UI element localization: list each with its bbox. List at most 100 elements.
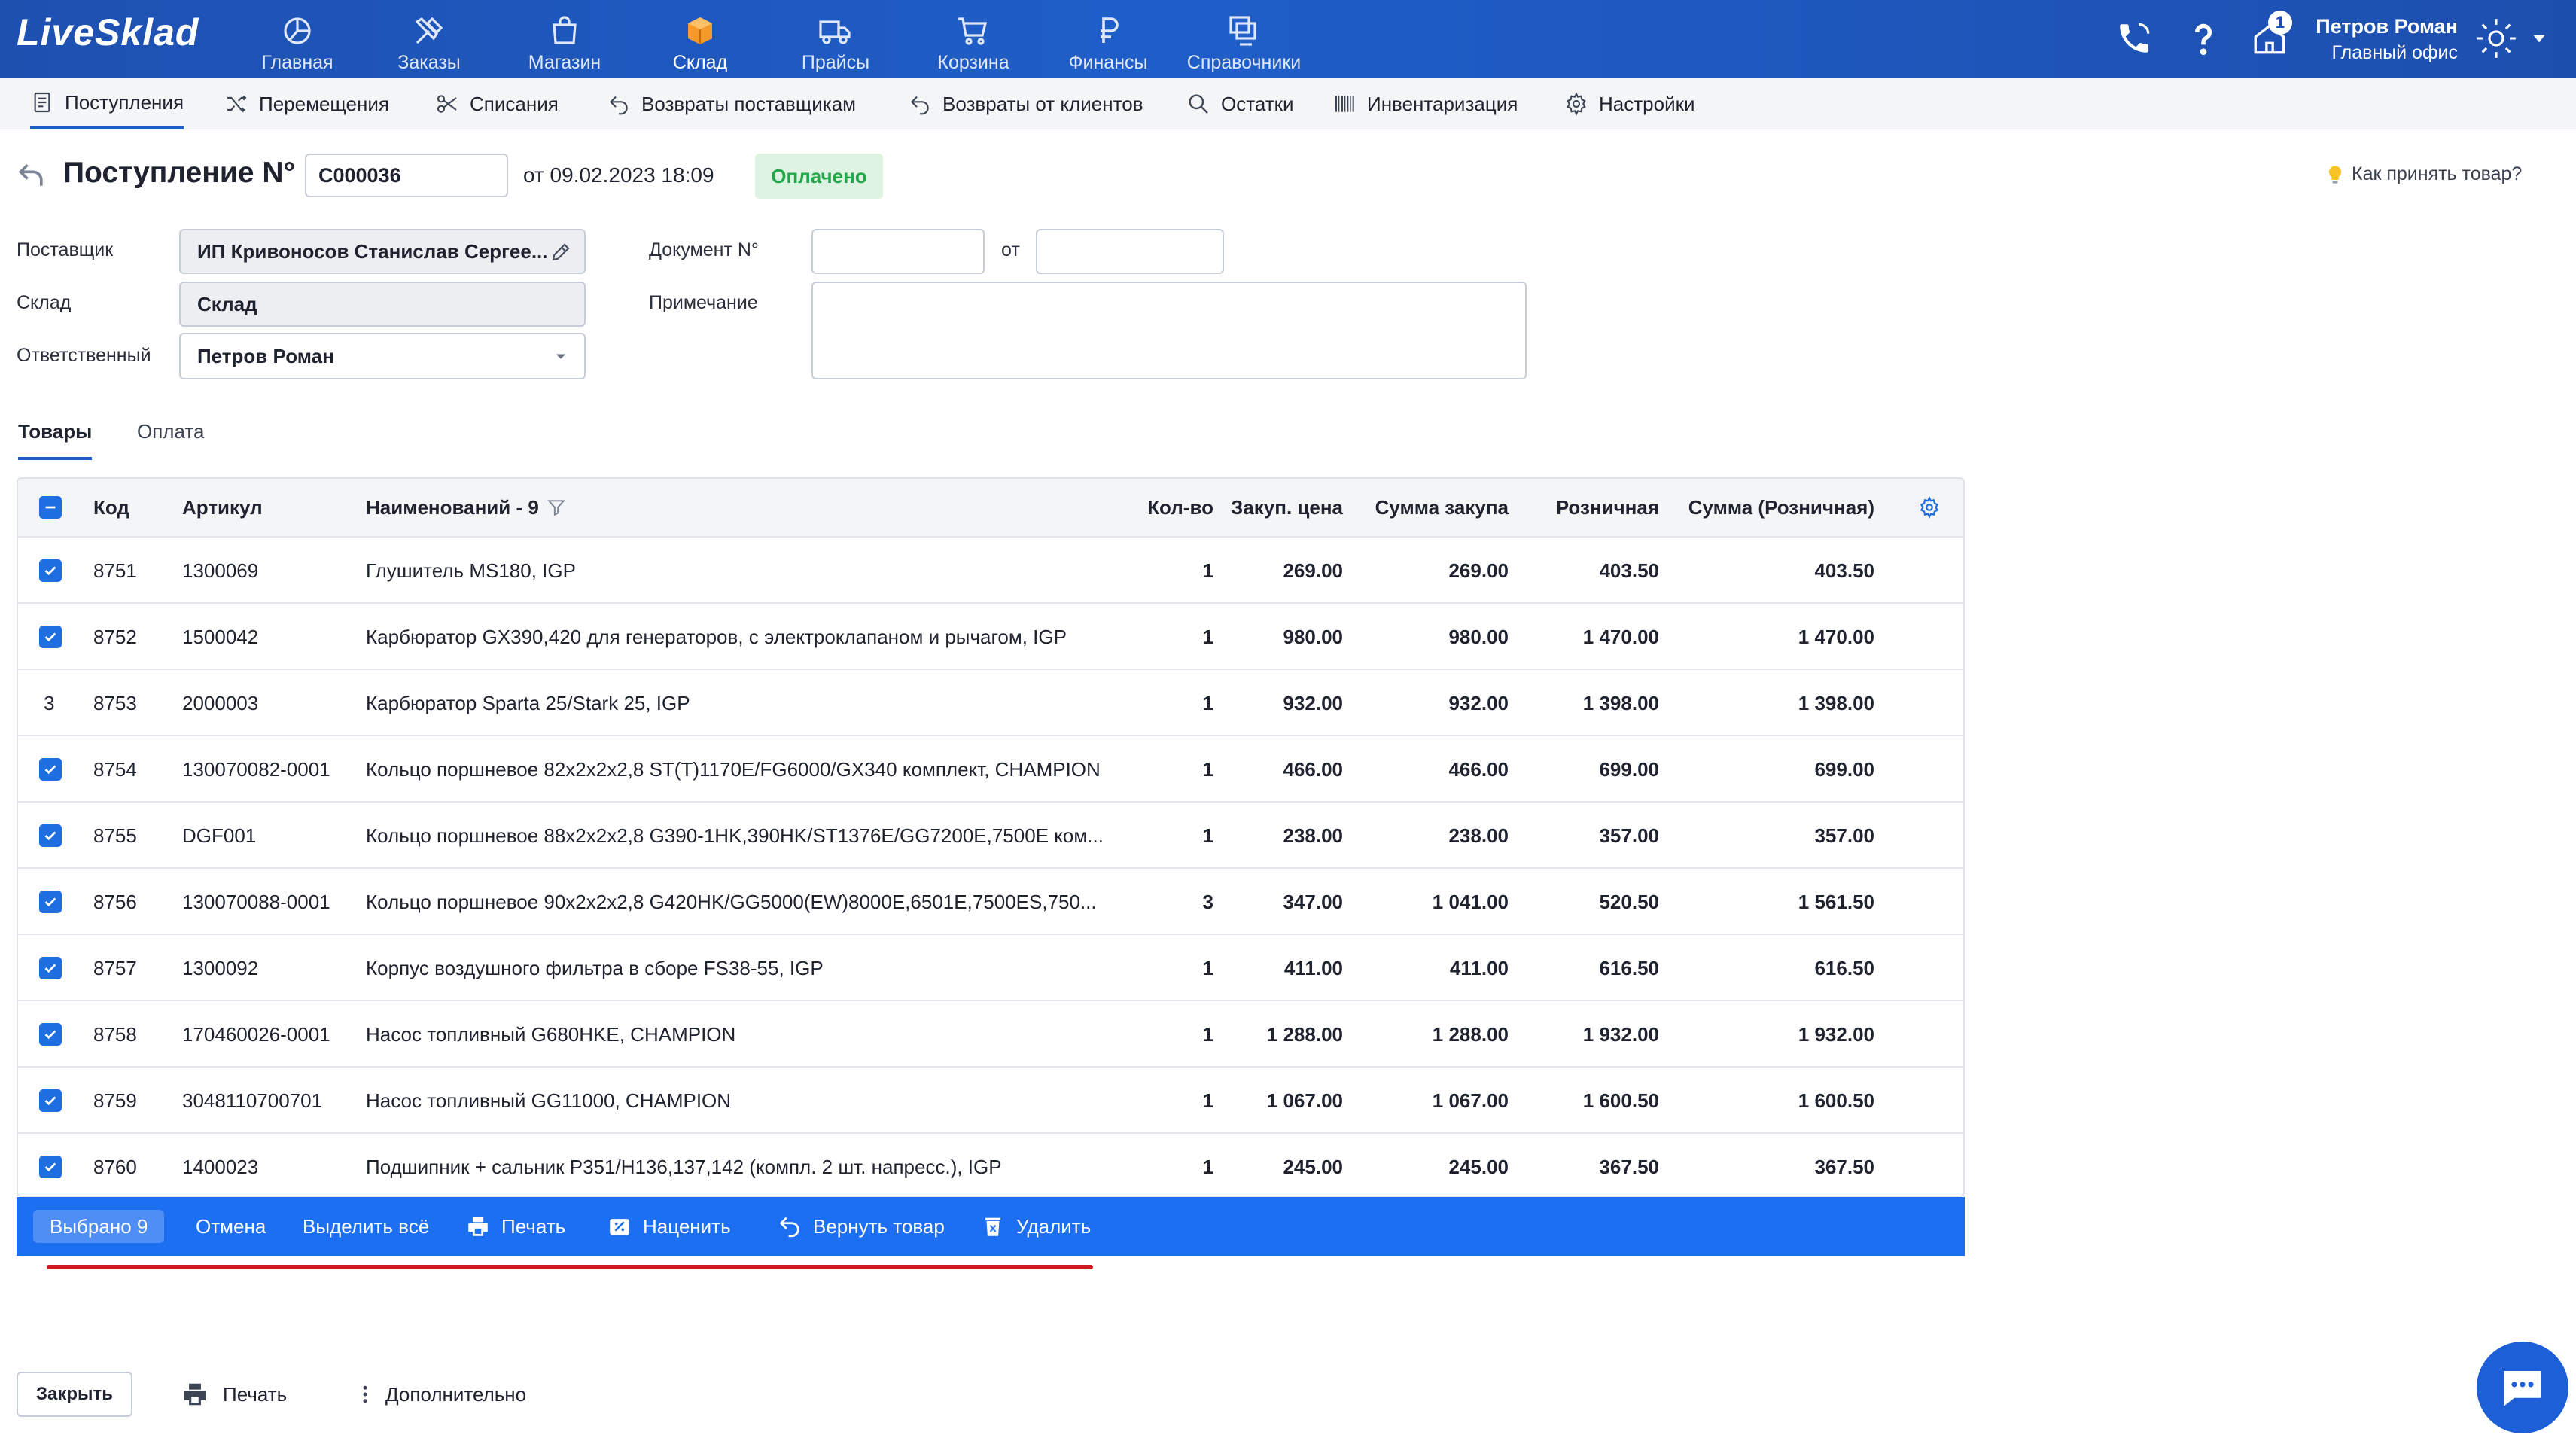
filter-icon[interactable] (547, 498, 566, 517)
pencil-icon[interactable] (550, 241, 572, 264)
responsible-label: Ответственный (17, 345, 151, 366)
responsible-select[interactable]: Петров Роман (179, 333, 586, 379)
more-actions-button[interactable]: Дополнительно (354, 1372, 526, 1417)
print-selected-button[interactable]: Печать (465, 1197, 565, 1256)
subnav-receipts[interactable]: Поступления (30, 78, 184, 129)
subnav-writeoffs[interactable]: Списания (435, 78, 559, 129)
col-code[interactable]: Код (93, 479, 129, 536)
nav-cart[interactable]: Корзина (928, 6, 1019, 74)
col-retail[interactable]: Розничная (1524, 479, 1659, 536)
gear-icon (1920, 496, 1939, 519)
cell-article: DGF001 (182, 824, 257, 847)
cancel-selection-button[interactable]: Отмена (196, 1197, 266, 1256)
selected-count-badge[interactable]: Выбрано 9 (33, 1210, 165, 1243)
help-link[interactable]: Как принять товар? (2325, 163, 2522, 185)
row-checkbox[interactable] (39, 935, 69, 1001)
cell-price: 980.00 (1283, 625, 1343, 648)
print-button[interactable]: Печать (181, 1372, 287, 1417)
cell-sum: 245.00 (1448, 1155, 1509, 1178)
table-row[interactable]: 3 8753 2000003 Карбюратор Sparta 25/Stark 2… (18, 669, 1963, 735)
status-badge: Оплачено (755, 154, 883, 199)
user-office[interactable]: Главный офис (2315, 42, 2458, 64)
document-number-input[interactable] (305, 154, 508, 197)
row-checkbox[interactable] (39, 736, 69, 803)
table-row[interactable]: 8760 1400023 Подшипник + сальник P351/H136… (18, 1132, 1963, 1196)
cell-article: 2000003 (182, 691, 259, 714)
col-name[interactable]: Наименований - 9 (366, 479, 566, 536)
table-row[interactable]: 8756 130070088-0001 Кольцо поршневое 90x2x… (18, 867, 1963, 934)
cell-article: 130070082-0001 (182, 757, 330, 781)
phone-icon[interactable] (2115, 20, 2153, 57)
windows-icon (1229, 16, 1256, 46)
nav-finance[interactable]: Финансы (1063, 6, 1153, 74)
cell-code: 8754 (93, 757, 137, 781)
app-logo[interactable]: LiveSklad (17, 11, 199, 54)
checkmark-icon (44, 831, 56, 841)
table-row[interactable]: 8755 DGF001 Кольцо поршневое 88x2x2x2,8 G3… (18, 801, 1963, 867)
cell-article: 1500042 (182, 625, 259, 648)
nav-references[interactable]: Справочники (1182, 6, 1306, 74)
select-all-checkbox[interactable] (39, 479, 62, 536)
subnav-inventory[interactable]: Инвентаризация (1332, 78, 1518, 129)
row-checkbox[interactable] (39, 1001, 69, 1068)
table-settings-button[interactable] (1918, 479, 1941, 536)
return-icon (609, 96, 628, 115)
table-row[interactable]: 8751 1300069 Глушитель MS180, IGP 1 269.00 26… (18, 536, 1963, 602)
nav-warehouse[interactable]: Склад (662, 6, 738, 74)
document-number-field[interactable] (811, 229, 985, 274)
table-row[interactable]: 8757 1300092 Корпус воздушного фильтра в с… (18, 934, 1963, 1000)
table-row[interactable]: 8758 170460026-0001 Насос топливный G680HK… (18, 1000, 1963, 1066)
user-name[interactable]: Петров Роман (2315, 15, 2458, 38)
cell-article: 1300069 (182, 559, 259, 582)
return-goods-button[interactable]: Вернуть товар (777, 1197, 945, 1256)
supplier-field[interactable]: ИП Кривоносов Станислав Сергее... (179, 229, 586, 274)
chevron-down-icon[interactable] (2529, 29, 2549, 48)
table-row[interactable]: 8754 130070082-0001 Кольцо поршневое 82x2x… (18, 735, 1963, 801)
row-checkbox[interactable] (39, 1068, 69, 1134)
reprice-button[interactable]: Наценить (607, 1197, 731, 1256)
col-price[interactable]: Закуп. цена (1223, 479, 1343, 536)
select-all-button[interactable]: Выделить всё (303, 1197, 429, 1256)
close-button[interactable]: Закрыть (17, 1372, 132, 1417)
cell-price: 1 067.00 (1266, 1089, 1343, 1112)
col-article[interactable]: Артикул (182, 479, 263, 536)
nav-home[interactable]: Главная (256, 6, 339, 74)
cell-price: 238.00 (1283, 824, 1343, 847)
nav-shop[interactable]: Магазин (519, 6, 610, 74)
cell-code: 8752 (93, 625, 137, 648)
col-qty[interactable]: Кол-во (1125, 479, 1213, 536)
row-checkbox[interactable] (39, 604, 69, 670)
subnav-client-returns[interactable]: Возвраты от клиентов (908, 78, 1143, 129)
table-row[interactable]: 8752 1500042 Карбюратор GX390,420 для гене… (18, 602, 1963, 669)
cell-price: 347.00 (1283, 890, 1343, 913)
col-sum[interactable]: Сумма закупа (1358, 479, 1509, 536)
chat-button[interactable] (2477, 1342, 2568, 1433)
help-icon[interactable] (2185, 20, 2222, 57)
tab-payment[interactable]: Оплата (137, 420, 204, 457)
back-arrow-icon[interactable] (15, 158, 48, 191)
gear-icon (1567, 92, 1586, 116)
subnav-stock[interactable]: Остатки (1186, 78, 1294, 129)
delete-button[interactable]: Удалить (980, 1197, 1091, 1256)
subnav-settings[interactable]: Настройки (1564, 78, 1695, 129)
subnav-supplier-returns[interactable]: Возвраты поставщикам (607, 78, 856, 129)
subnav-transfers[interactable]: Перемещения (224, 78, 389, 129)
return-icon (910, 96, 929, 115)
scissors-icon (437, 95, 457, 113)
nav-orders[interactable]: Заказы (388, 6, 470, 74)
cell-code: 8756 (93, 890, 137, 913)
row-checkbox[interactable] (39, 1134, 69, 1196)
tab-products[interactable]: Товары (18, 420, 93, 460)
user-settings-icon[interactable] (2473, 15, 2520, 62)
cell-price: 269.00 (1283, 559, 1343, 582)
note-textarea[interactable] (811, 282, 1527, 379)
row-checkbox[interactable] (39, 538, 69, 604)
cell-qty: 1 (1202, 824, 1213, 847)
row-checkbox[interactable] (39, 869, 69, 935)
table-row[interactable]: 8759 3048110700701 Насос топливный GG11000… (18, 1066, 1963, 1132)
col-retail-sum[interactable]: Сумма (Розничная) (1671, 479, 1874, 536)
row-checkbox[interactable] (39, 803, 69, 869)
row-checkbox[interactable]: 3 (39, 670, 69, 736)
document-date-field[interactable] (1036, 229, 1224, 274)
nav-prices[interactable]: Прайсы (794, 6, 877, 74)
